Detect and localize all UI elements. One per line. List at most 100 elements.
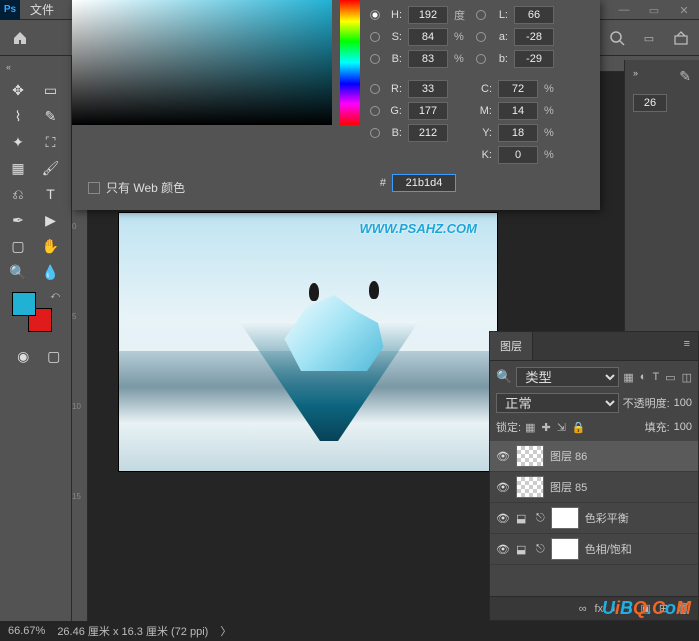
pen-tool[interactable]: ✒ bbox=[4, 208, 32, 232]
layer-name[interactable]: 色相/饱和 bbox=[585, 541, 632, 557]
eyedropper-tool[interactable]: 💧 bbox=[37, 260, 65, 284]
lock-position-icon[interactable]: ✚ bbox=[541, 421, 550, 434]
foreground-color-swatch[interactable] bbox=[12, 292, 36, 316]
hand-tool[interactable]: ✋ bbox=[37, 234, 65, 258]
filter-pixel-icon[interactable]: ▦ bbox=[623, 371, 633, 384]
window-close[interactable]: ✕ bbox=[669, 0, 699, 20]
lock-pixels-icon[interactable]: ▦ bbox=[525, 421, 535, 434]
crop-tool[interactable]: ⛶ bbox=[37, 130, 65, 154]
mask-icon[interactable]: ◐ bbox=[611, 603, 618, 615]
input-r[interactable] bbox=[408, 80, 448, 98]
brush-tool[interactable]: 🖌 bbox=[37, 156, 65, 180]
visibility-icon[interactable]: 👁 bbox=[496, 512, 510, 525]
filter-smart-icon[interactable]: ◫ bbox=[682, 371, 692, 384]
new-layer-icon[interactable]: ⊞ bbox=[659, 602, 668, 615]
input-m[interactable] bbox=[498, 102, 538, 120]
lock-all-icon[interactable]: 🔒 bbox=[572, 421, 586, 434]
quickmask-tool[interactable]: ◉ bbox=[10, 344, 37, 368]
visibility-icon[interactable]: 👁 bbox=[496, 481, 510, 494]
edit-icon[interactable]: ✎ bbox=[679, 68, 691, 85]
layer-name[interactable]: 图层 86 bbox=[550, 448, 587, 464]
hue-slider[interactable] bbox=[340, 0, 360, 125]
document-canvas[interactable]: WWW.PSAHZ.COM bbox=[118, 212, 498, 472]
link-icon[interactable]: ⎋ bbox=[536, 543, 545, 556]
input-s[interactable] bbox=[408, 28, 448, 46]
layer-item[interactable]: 👁 ⬓ ⎋ 色相/饱和 bbox=[490, 534, 698, 565]
frame-tool[interactable]: ▦ bbox=[4, 156, 32, 180]
lock-artboard-icon[interactable]: ⇲ bbox=[557, 421, 566, 434]
input-bb[interactable] bbox=[514, 50, 554, 68]
tab-layers[interactable]: 图层 bbox=[490, 332, 533, 360]
radio-h[interactable] bbox=[370, 10, 380, 20]
layer-filter-select[interactable]: 类型 bbox=[516, 367, 619, 387]
input-h[interactable] bbox=[408, 6, 448, 24]
quick-select-tool[interactable]: ✎ bbox=[37, 104, 65, 128]
adjustment-layer-icon[interactable]: ◑ bbox=[626, 603, 633, 615]
move-tool[interactable]: ✥ bbox=[4, 78, 32, 102]
color-field[interactable] bbox=[72, 0, 332, 125]
radio-a[interactable] bbox=[476, 32, 486, 42]
filter-type-icon[interactable]: T bbox=[652, 371, 659, 384]
clone-tool[interactable]: ⎌ bbox=[4, 182, 32, 206]
radio-bv[interactable] bbox=[370, 128, 380, 138]
path-select-tool[interactable]: ▶ bbox=[37, 208, 65, 232]
input-g[interactable] bbox=[408, 102, 448, 120]
input-a[interactable] bbox=[514, 28, 554, 46]
document-dims[interactable]: 26.46 厘米 x 16.3 厘米 (72 ppi) bbox=[57, 623, 208, 639]
input-k[interactable] bbox=[498, 146, 538, 164]
type-tool[interactable]: T bbox=[37, 182, 65, 206]
window-restore[interactable]: ▭ bbox=[639, 0, 669, 20]
link-icon[interactable]: ⎋ bbox=[536, 512, 545, 525]
layer-item[interactable]: 👁 图层 86 bbox=[490, 441, 698, 472]
opacity-value[interactable]: 100 bbox=[674, 397, 692, 409]
mask-thumb[interactable] bbox=[551, 507, 579, 529]
menu-file[interactable]: 文件 bbox=[20, 1, 64, 18]
layer-thumb[interactable] bbox=[516, 476, 544, 498]
visibility-icon[interactable]: 👁 bbox=[496, 450, 510, 463]
radio-r[interactable] bbox=[370, 84, 380, 94]
input-y[interactable] bbox=[498, 124, 538, 142]
delete-icon[interactable]: 🗑 bbox=[676, 602, 690, 615]
radio-b[interactable] bbox=[370, 54, 380, 64]
status-chevron-icon[interactable]: 〉 bbox=[220, 623, 231, 639]
shape-tool[interactable]: ▢ bbox=[4, 234, 32, 258]
filter-shape-icon[interactable]: ▭ bbox=[665, 371, 675, 384]
input-b[interactable] bbox=[408, 50, 448, 68]
filter-adjust-icon[interactable]: ◐ bbox=[640, 371, 647, 384]
input-bv[interactable] bbox=[408, 124, 448, 142]
radio-bb[interactable] bbox=[476, 54, 486, 64]
panel-menu-icon[interactable]: ≡ bbox=[676, 332, 698, 360]
layer-name[interactable]: 色彩平衡 bbox=[585, 510, 629, 526]
home-icon[interactable] bbox=[8, 26, 32, 50]
swap-colors-icon[interactable]: ⤺ bbox=[50, 290, 60, 301]
link-layers-icon[interactable]: ∞ bbox=[579, 603, 587, 615]
zoom-level[interactable]: 66.67% bbox=[8, 625, 45, 637]
screenmode-tool[interactable]: ▢ bbox=[41, 344, 68, 368]
zoom-tool[interactable]: 🔍 bbox=[4, 260, 32, 284]
toolbox-collapse[interactable]: « bbox=[4, 60, 67, 74]
radio-g[interactable] bbox=[370, 106, 380, 116]
layer-item[interactable]: 👁 ⬓ ⎋ 色彩平衡 bbox=[490, 503, 698, 534]
blend-mode-select[interactable]: 正常 bbox=[496, 393, 619, 413]
layer-name[interactable]: 图层 85 bbox=[550, 479, 587, 495]
fx-icon[interactable]: fx bbox=[595, 603, 604, 615]
group-icon[interactable]: ▣ bbox=[640, 602, 650, 615]
input-c[interactable] bbox=[498, 80, 538, 98]
mini-panel-input[interactable] bbox=[633, 94, 667, 112]
mask-thumb[interactable] bbox=[551, 538, 579, 560]
magic-wand-tool[interactable]: ✦ bbox=[4, 130, 32, 154]
color-swatches[interactable]: ⤺ bbox=[12, 292, 52, 332]
fill-value[interactable]: 100 bbox=[674, 421, 692, 433]
lasso-tool[interactable]: ⌇ bbox=[4, 104, 32, 128]
share-icon[interactable] bbox=[671, 28, 691, 48]
input-hex[interactable] bbox=[392, 174, 456, 192]
search-icon[interactable] bbox=[607, 28, 627, 48]
visibility-icon[interactable]: 👁 bbox=[496, 543, 510, 556]
radio-s[interactable] bbox=[370, 32, 380, 42]
radio-l[interactable] bbox=[476, 10, 486, 20]
layer-thumb[interactable] bbox=[516, 445, 544, 467]
layer-item[interactable]: 👁 图层 85 bbox=[490, 472, 698, 503]
workspace-icon[interactable]: ▭ bbox=[639, 28, 659, 48]
marquee-tool[interactable]: ▭ bbox=[37, 78, 65, 102]
input-l[interactable] bbox=[514, 6, 554, 24]
